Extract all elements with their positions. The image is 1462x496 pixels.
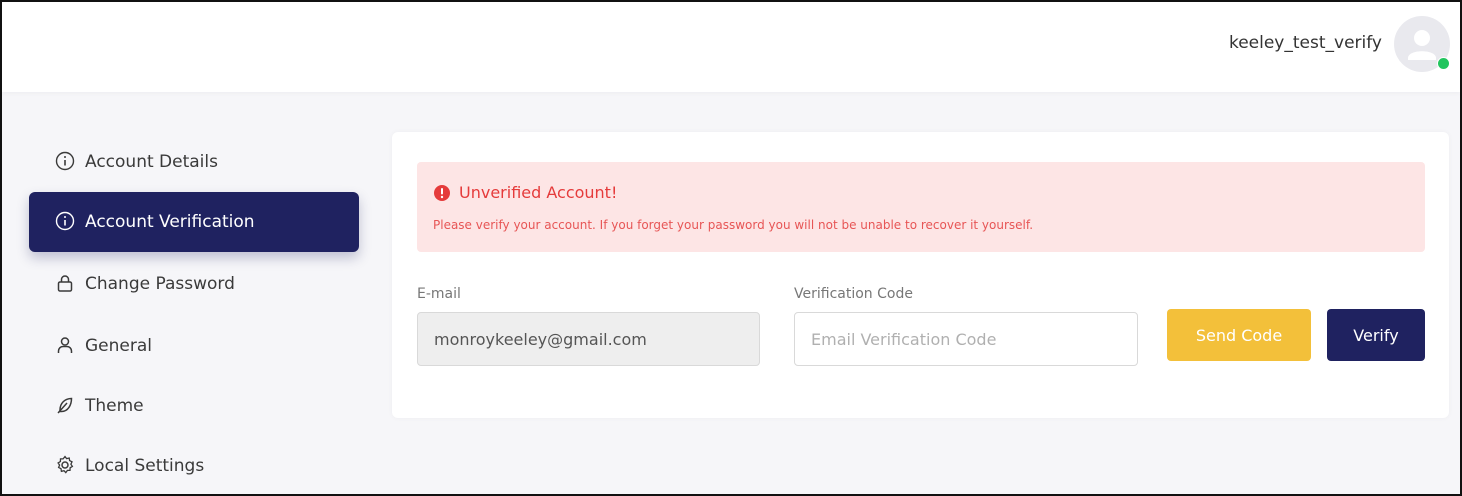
verification-code-input[interactable]	[794, 312, 1138, 366]
gear-icon	[55, 455, 77, 477]
unverified-alert: Unverified Account! Please verify your a…	[417, 162, 1425, 252]
sidebar-item-label: Theme	[85, 396, 144, 416]
verify-button[interactable]: Verify	[1327, 309, 1425, 361]
sidebar-item-label: Account Details	[85, 152, 218, 172]
sidebar-item-label: Local Settings	[85, 456, 205, 476]
online-status-dot	[1437, 57, 1450, 70]
email-label: E-mail	[417, 286, 461, 302]
feather-icon	[55, 395, 77, 417]
sidebar-item-label: Change Password	[85, 274, 235, 294]
sidebar-item-account-verification[interactable]: Account Verification	[29, 192, 359, 252]
verification-card: Unverified Account! Please verify your a…	[392, 132, 1449, 418]
email-field[interactable]	[417, 312, 760, 366]
user-icon	[55, 335, 77, 357]
exclamation-circle-icon	[434, 185, 450, 201]
sidebar-item-change-password[interactable]: Change Password	[29, 254, 359, 314]
sidebar-item-label: Account Verification	[85, 212, 255, 232]
sidebar-item-account-details[interactable]: Account Details	[29, 132, 359, 192]
sidebar-item-local-settings[interactable]: Local Settings	[29, 436, 359, 494]
send-code-button[interactable]: Send Code	[1167, 309, 1311, 361]
verification-code-label: Verification Code	[794, 286, 913, 302]
top-bar: keeley_test_verify	[2, 2, 1460, 92]
info-icon	[55, 211, 77, 233]
app-window: keeley_test_verify Account Details Accou…	[0, 0, 1462, 496]
username: keeley_test_verify	[1228, 33, 1382, 53]
info-icon	[55, 151, 77, 173]
sidebar-item-general[interactable]: General	[29, 316, 359, 376]
alert-message: Please verify your account. If you forge…	[433, 218, 1034, 232]
alert-title: Unverified Account!	[459, 183, 618, 202]
sidebar-item-theme[interactable]: Theme	[29, 376, 359, 436]
avatar[interactable]	[1394, 16, 1450, 72]
sidebar-item-label: General	[85, 336, 152, 356]
lock-icon	[55, 273, 77, 295]
